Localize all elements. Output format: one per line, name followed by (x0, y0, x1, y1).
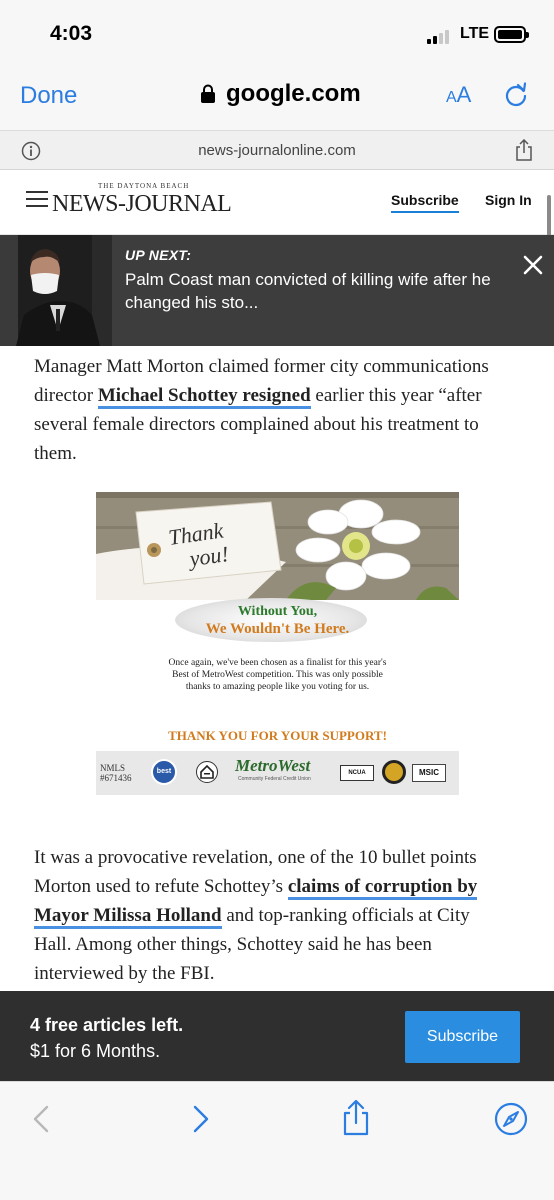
advertisement[interactable]: Thank you! Without You, We Wouldn't Be H… (96, 492, 459, 795)
page-url: news-journalonline.com (198, 142, 356, 159)
paywall-subscribe-button[interactable]: Subscribe (405, 1011, 520, 1063)
text-size-button[interactable]: AA (446, 82, 471, 108)
man-in-mask-image (0, 235, 112, 346)
reload-icon[interactable] (503, 82, 529, 108)
msic-label: MSIC (419, 768, 439, 777)
done-button[interactable]: Done (20, 82, 77, 110)
scrollbar-thumb[interactable] (547, 195, 551, 239)
browser-header: Done google.com AA (0, 70, 554, 130)
browser-toolbar (0, 1081, 554, 1200)
forward-arrow-icon[interactable] (180, 1099, 220, 1139)
up-next-thumbnail (0, 235, 112, 346)
free-articles-count: 4 free articles left. (30, 1015, 184, 1035)
sign-in-link[interactable]: Sign In (485, 192, 532, 208)
battery-icon (494, 26, 529, 43)
ad-brand-sub: Community Federal Credit Union (238, 776, 311, 782)
ad-nmls-line: NMLS (100, 763, 126, 773)
subscription-offer: $1 for 6 Months. (30, 1041, 161, 1061)
up-next-banner[interactable]: UP NEXT: Palm Coast man convicted of kil… (0, 235, 554, 346)
status-bar: 4:03 LTE (0, 0, 554, 70)
ad-footer: NMLS #671436 best MetroWest Community Fed… (96, 751, 459, 795)
flower-tag-image (96, 492, 459, 600)
ad-oval-line: Without You, (237, 604, 318, 619)
logo-wordmark: NEWS-JOURNAL (52, 191, 232, 217)
paywall-bar: 4 free articles left. $1 for 6 Months. S… (0, 991, 554, 1081)
article-paragraph: It was a provocative revelation, one of … (34, 843, 504, 988)
share-icon[interactable] (336, 1098, 376, 1138)
ncua-badge: NCUA (340, 765, 374, 781)
ad-body-line: thanks to amazing people like you voting… (185, 682, 370, 692)
network-type: LTE (460, 25, 490, 42)
lock-icon (201, 84, 215, 103)
ad-nmls-line: #671436 (100, 773, 132, 783)
ncua-label: NCUA (348, 770, 366, 776)
page-url-bar: news-journalonline.com (0, 130, 554, 170)
best-badge-label: best (156, 768, 172, 775)
cellular-signal-icon (427, 28, 455, 44)
award-badge-icon (382, 760, 406, 784)
site-header: THE DAYTONA BEACH NEWS-JOURNAL Subscribe… (0, 170, 554, 235)
ad-tag-text: Thank you! (167, 518, 230, 573)
site-logo[interactable]: THE DAYTONA BEACH NEWS-JOURNAL (52, 179, 232, 225)
address-domain[interactable]: google.com (226, 80, 361, 108)
status-time: 4:03 (50, 22, 93, 45)
ad-body-line: Once again, we've been chosen as a final… (168, 658, 387, 668)
up-next-label: UP NEXT: (125, 247, 192, 263)
logo-tagline: THE DAYTONA BEACH (98, 182, 190, 190)
equal-housing-icon (196, 761, 218, 783)
text-size-small-a: A (446, 89, 457, 106)
header-subscribe-link[interactable]: Subscribe (391, 192, 459, 213)
ad-support-line: THANK YOU FOR YOUR SUPPORT! (168, 728, 387, 743)
msic-badge: MSIC (412, 764, 446, 782)
share-icon[interactable] (515, 139, 533, 161)
best-badge-icon: best (151, 759, 177, 785)
ad-body-line: Best of MetroWest competition. This was … (172, 670, 383, 680)
back-arrow-icon[interactable] (22, 1099, 62, 1139)
hamburger-menu-icon[interactable] (26, 191, 48, 209)
up-next-title[interactable]: Palm Coast man convicted of killing wife… (125, 268, 525, 314)
close-icon[interactable] (522, 254, 544, 276)
ad-brand: MetroWest (235, 756, 311, 775)
article-paragraph: Manager Matt Morton claimed former city … (34, 352, 504, 468)
text-size-large-a: A (456, 82, 472, 107)
safari-compass-icon[interactable] (491, 1099, 531, 1139)
article-link[interactable]: Michael Schottey resigned (97, 385, 311, 409)
ad-photo: Thank you! (96, 492, 459, 600)
ad-nmls: NMLS #671436 (100, 763, 132, 783)
ad-oval-line: We Wouldn't Be Here. (205, 621, 350, 637)
